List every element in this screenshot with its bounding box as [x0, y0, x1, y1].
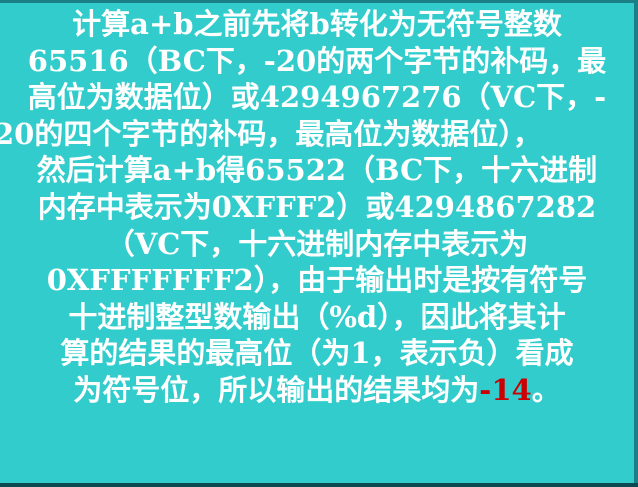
text-line-7: （VC下，十六进制内存中表示为 [105, 226, 529, 261]
slide-body-text: 计算a+b之前先将b转化为无符号整数 65516（BC下，-20的两个字节的补码… [0, 6, 634, 409]
text-line-2: 65516（BC下，-20的两个字节的补码，最 [27, 43, 607, 78]
text-line-9: 十进制整型数输出（%d），因此将其计 [68, 299, 566, 334]
result-value-highlight: -14 [479, 372, 532, 407]
slide-top-edge [0, 0, 638, 3]
last-line-prefix: 为符号位，所以输出的结果均为 [73, 372, 480, 407]
slide: 计算a+b之前先将b转化为无符号整数 65516（BC下，-20的两个字节的补码… [0, 0, 638, 487]
text-line-10: 算的结果的最高位（为1，表示负）看成 [60, 336, 574, 371]
last-line-suffix: 。 [531, 372, 561, 407]
slide-right-edge [634, 0, 638, 487]
text-line-6: 内存中表示为0XFFF2）或4294867282 [37, 189, 597, 224]
slide-bottom-edge [0, 483, 638, 487]
text-line-3: 高位为数据位）或4294967276（VC下，- [27, 80, 607, 115]
text-line-8: 0XFFFFFFF2），由于输出时是按有符号 [46, 263, 588, 298]
text-line-4: 20的四个字节的补码，最高位为数据位）， [0, 116, 542, 151]
text-line-11: 为符号位，所以输出的结果均为-14。 [0, 372, 634, 409]
text-line-1: 计算a+b之前先将b转化为无符号整数 [72, 7, 562, 41]
text-line-5: 然后计算a+b得65522（BC下，十六进制 [36, 153, 598, 188]
